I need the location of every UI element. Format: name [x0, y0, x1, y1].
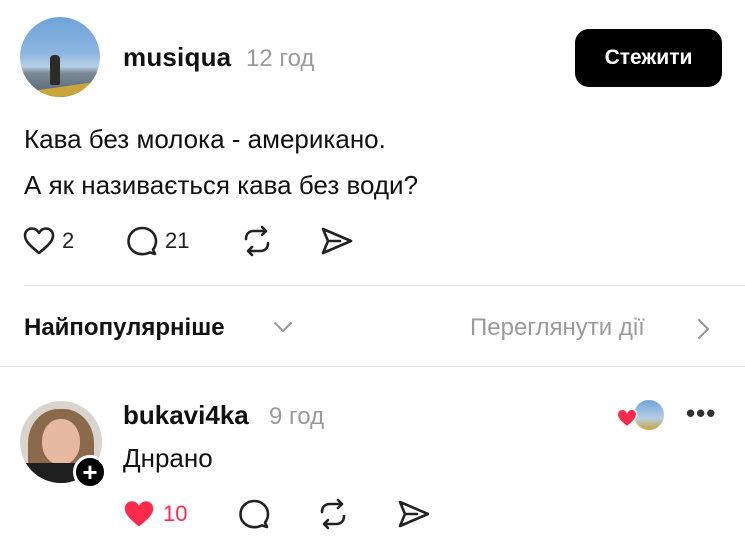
comment-reply-button[interactable]: [238, 498, 270, 530]
avatar-person-shape: [50, 55, 60, 85]
follow-button[interactable]: Стежити: [575, 29, 722, 87]
heart-icon: [23, 227, 55, 255]
post-like-button[interactable]: 2: [23, 226, 74, 256]
chevron-down-icon[interactable]: [273, 320, 293, 334]
heart-icon: [124, 501, 154, 527]
post-timestamp: 12 год: [246, 45, 315, 72]
comment-share-button[interactable]: [397, 499, 431, 529]
divider-middle: [0, 366, 745, 367]
comment-like-count: 10: [163, 501, 188, 526]
post-text-line-2: А як називається кава без води?: [24, 170, 419, 200]
post-text-line-1: Кава без молока - американо.: [24, 124, 386, 154]
comment-author-username[interactable]: bukavi4ka: [123, 400, 249, 431]
comment-timestamp: 9 год: [269, 403, 325, 430]
divider-top: [24, 285, 745, 286]
liked-by-author-indicator: [616, 398, 666, 432]
comment-text: Днрано: [123, 443, 213, 473]
avatar-face-shape: [42, 419, 80, 465]
post-like-count: 2: [62, 228, 75, 253]
sort-dropdown-label[interactable]: Найпопулярніше: [24, 314, 225, 342]
follow-plus-badge[interactable]: +: [73, 455, 107, 489]
avatar-rail-shape: [20, 81, 100, 97]
heart-icon: [616, 408, 638, 428]
post-share-button[interactable]: [320, 226, 354, 256]
post-reply-button[interactable]: 21: [126, 225, 189, 257]
share-icon: [398, 500, 430, 528]
share-icon: [321, 227, 353, 255]
post-repost-button[interactable]: [240, 225, 274, 257]
comment-like-button[interactable]: 10: [122, 499, 187, 529]
more-icon[interactable]: •••: [686, 398, 716, 429]
view-activity-link[interactable]: Переглянути дії: [470, 314, 645, 342]
repost-icon: [244, 225, 270, 257]
comment-icon: [239, 499, 270, 529]
comment-repost-button[interactable]: [316, 498, 350, 530]
comment-icon: [127, 226, 158, 256]
plus-icon: +: [82, 457, 98, 487]
post-reply-count: 21: [165, 228, 190, 253]
thread-page: musiqua 12 год Стежити Кава без молока -…: [0, 0, 745, 555]
post-author-username[interactable]: musiqua: [123, 42, 231, 73]
post-author-avatar[interactable]: [20, 17, 100, 97]
repost-icon: [320, 498, 346, 530]
chevron-right-icon[interactable]: [696, 318, 710, 340]
